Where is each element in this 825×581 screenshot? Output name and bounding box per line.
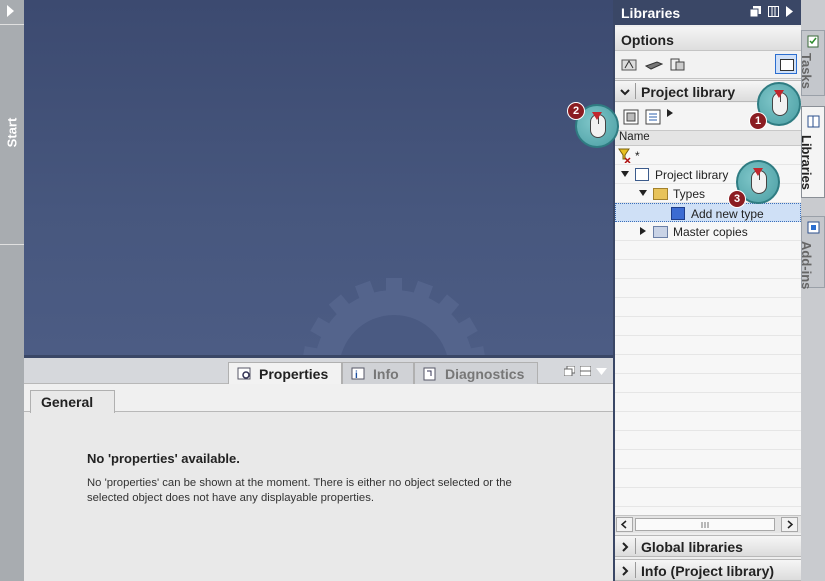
open-library-icon[interactable] <box>669 57 685 71</box>
collapse-toggle-icon[interactable] <box>640 227 646 235</box>
details-view-icon[interactable] <box>645 109 661 125</box>
diagnostics-icon <box>423 367 439 381</box>
info-project-library-header-label: Info (Project library) <box>641 563 775 579</box>
side-tab-strip: Tasks Libraries Add-ins <box>799 0 825 581</box>
tree-item-add-new-type[interactable]: Add new type <box>615 203 801 222</box>
chevron-down-icon[interactable] <box>620 86 630 96</box>
no-properties-text: No 'properties' can be shown at the mome… <box>87 477 512 504</box>
side-tab-libraries[interactable]: Libraries <box>799 106 825 198</box>
tab-label: Info <box>373 365 399 382</box>
expand-toggle-icon[interactable] <box>639 190 647 196</box>
split-window-icon[interactable] <box>768 6 779 20</box>
start-label[interactable]: Start <box>5 109 20 157</box>
global-libraries-header-label: Global libraries <box>641 539 743 555</box>
collapse-right-icon[interactable] <box>786 6 793 20</box>
chevron-right-icon[interactable] <box>667 106 683 120</box>
filter-icon[interactable] <box>618 148 632 166</box>
click-marker-icon <box>774 90 784 98</box>
tree-item-label: Types <box>673 187 706 201</box>
gear-watermark-icon <box>302 278 486 355</box>
divider <box>0 244 24 245</box>
divider <box>635 562 636 578</box>
chevron-right-icon[interactable] <box>620 565 630 576</box>
library-tree: * Project library Types Add new type Mas… <box>615 146 801 516</box>
click-marker-icon <box>592 112 602 120</box>
work-area <box>24 0 613 355</box>
inspector-tabbar: Properties i Info Diagnostics <box>24 358 613 384</box>
task-panel-header: Libraries <box>615 0 801 25</box>
options-section-header[interactable]: Options <box>615 27 801 51</box>
inspector-window: Properties i Info Diagnostics General No… <box>24 355 613 581</box>
open-types-icon[interactable] <box>623 109 639 125</box>
scroll-left-button[interactable] <box>616 517 633 532</box>
expand-arrow-icon[interactable] <box>7 5 14 17</box>
callout-number: 3 <box>728 190 746 208</box>
divider <box>0 24 24 25</box>
general-tabbar: General <box>24 384 613 413</box>
task-panel-window-controls <box>749 6 793 20</box>
callout-mouse-click-2: 2 <box>567 102 619 148</box>
horizontal-scrollbar[interactable] <box>615 515 801 533</box>
inspector-window-controls <box>563 365 607 379</box>
tab-info[interactable]: i Info <box>342 362 414 384</box>
tree-item-label: Add new type <box>691 207 764 221</box>
tasks-icon <box>807 35 820 48</box>
scrollbar-thumb[interactable] <box>635 518 775 531</box>
tab-properties[interactable]: Properties <box>228 362 342 384</box>
split-window-icon[interactable] <box>579 365 592 379</box>
folder-icon <box>653 226 668 238</box>
side-tab-tasks[interactable]: Tasks <box>799 30 825 96</box>
start-strip[interactable]: Start <box>0 0 24 581</box>
filter-text: * <box>635 149 640 163</box>
library-view-toggle-button[interactable] <box>775 54 797 74</box>
library-book-icon <box>635 168 649 181</box>
float-window-icon[interactable] <box>563 365 576 379</box>
callout-mouse-click-3: 3 <box>728 160 780 208</box>
tab-diagnostics[interactable]: Diagnostics <box>414 362 538 384</box>
options-toolbar <box>615 51 801 79</box>
info-project-library-section-header[interactable]: Info (Project library) <box>615 559 801 581</box>
column-header-label: Name <box>619 131 650 143</box>
add-type-icon <box>671 207 685 220</box>
scroll-right-button[interactable] <box>781 517 798 532</box>
tab-label: Diagnostics <box>445 365 525 382</box>
project-library-header-label: Project library <box>641 84 736 100</box>
side-tab-label: Libraries <box>799 135 814 190</box>
library-book-icon <box>807 115 820 128</box>
no-properties-title: No 'properties' available. <box>87 451 240 466</box>
svg-text:i: i <box>355 370 358 381</box>
expand-toggle-icon[interactable] <box>621 171 629 177</box>
info-icon: i <box>351 367 367 381</box>
side-tab-add-ins[interactable]: Add-ins <box>799 216 825 289</box>
global-libraries-section-header[interactable]: Global libraries <box>615 535 801 557</box>
divider <box>635 538 636 554</box>
task-panel-title: Libraries <box>621 5 681 21</box>
callout-number: 2 <box>567 102 585 120</box>
chevron-down-icon[interactable] <box>596 365 607 379</box>
tree-item-label: Project library <box>655 168 729 182</box>
tab-general[interactable]: General <box>30 390 115 413</box>
tree-item-master-copies[interactable]: Master copies <box>615 222 801 241</box>
filter-row[interactable]: * <box>615 146 801 165</box>
divider <box>635 83 636 99</box>
tree-item-label: Master copies <box>673 225 748 239</box>
types-folder-icon <box>653 188 668 200</box>
side-tab-label: Add-ins <box>799 241 814 290</box>
column-header-name[interactable]: Name <box>615 131 801 146</box>
options-label: Options <box>621 32 674 48</box>
callout-number: 1 <box>749 112 767 130</box>
add-ins-icon <box>807 221 820 234</box>
callout-mouse-click-1: 1 <box>749 82 801 130</box>
properties-icon <box>237 367 253 381</box>
library-management-icon[interactable] <box>644 57 664 71</box>
library-view-icon[interactable] <box>621 57 637 71</box>
click-marker-icon <box>753 168 763 176</box>
tab-label: Properties <box>259 365 329 382</box>
chevron-right-icon[interactable] <box>620 541 630 552</box>
float-window-icon[interactable] <box>749 6 761 20</box>
